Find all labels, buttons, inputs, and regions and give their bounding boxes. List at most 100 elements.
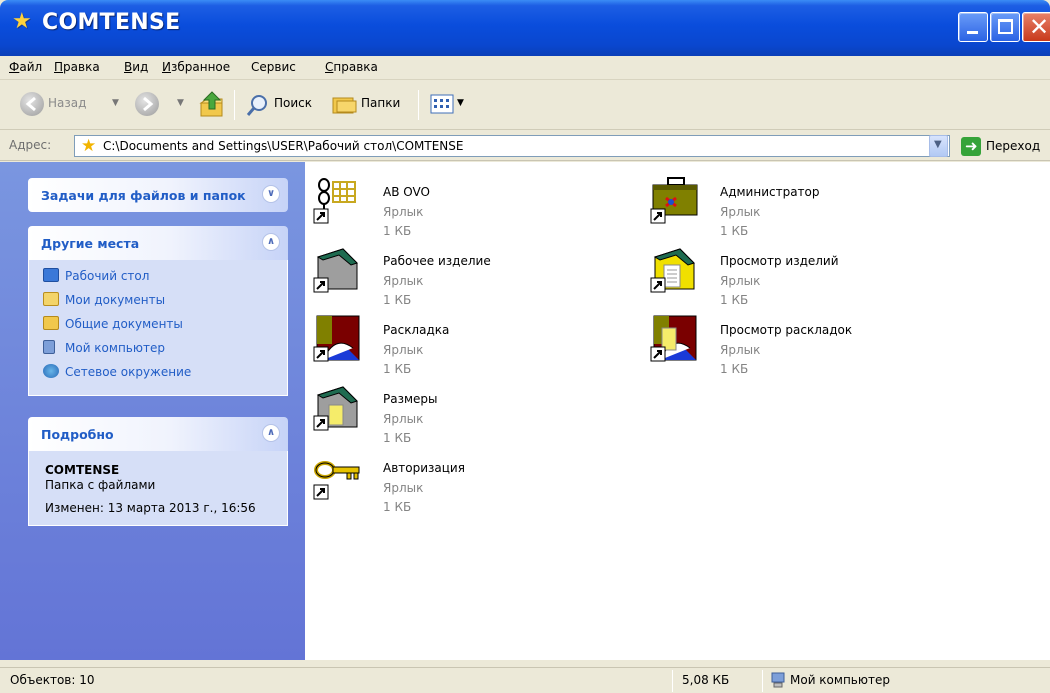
chevron-down-icon[interactable]: ∨ — [262, 185, 280, 203]
status-bar: Объектов: 10 5,08 КБ Мой компьютер — [0, 667, 1050, 693]
search-icon[interactable] — [246, 93, 270, 117]
window-title: COMTENSE — [42, 10, 181, 35]
places-panel-body: Рабочий стол Мои документы Общие докумен… — [28, 260, 288, 396]
forward-arrow-icon — [143, 96, 154, 112]
back-dropdown-icon[interactable]: ▼ — [112, 98, 119, 108]
file-size: 1 КБ — [383, 431, 412, 445]
file-size: 1 КБ — [383, 293, 412, 307]
close-icon: ✕ — [1029, 13, 1050, 41]
places-panel-title: Другие места — [41, 236, 140, 251]
title-bar[interactable]: ★ COMTENSE ✕ — [0, 0, 1050, 56]
my-computer-icon — [43, 340, 55, 354]
chevron-down-icon: ▼ — [934, 139, 942, 150]
go-arrow-icon[interactable]: ➜ — [961, 137, 981, 156]
status-object-count: Объектов: 10 — [10, 673, 95, 687]
file-size: 1 КБ — [720, 224, 749, 238]
menu-file[interactable]: Файл — [9, 60, 42, 74]
status-zone: Мой компьютер — [790, 673, 890, 687]
address-bar: Адрес: ★ C:\Documents and Settings\USER\… — [0, 131, 1050, 161]
administrator-briefcase-icon — [650, 177, 698, 224]
chevron-up-icon[interactable]: ∧ — [262, 424, 280, 442]
file-type: Ярлык — [383, 481, 424, 495]
file-name: Размеры — [383, 392, 438, 406]
menu-favorites[interactable]: Избранное — [162, 60, 230, 74]
layout-icon — [313, 315, 360, 362]
details-panel-title: Подробно — [41, 427, 114, 442]
menu-view[interactable]: Вид — [124, 60, 148, 74]
file-type: Ярлык — [720, 205, 761, 219]
file-name: Авторизация — [383, 461, 465, 475]
file-item[interactable]: Просмотр изделий Ярлык 1 КБ — [650, 245, 960, 307]
folders-icon[interactable] — [331, 93, 357, 115]
places-panel-header[interactable]: Другие места ∧ — [28, 226, 288, 260]
minimize-button[interactable] — [958, 12, 988, 42]
address-input[interactable]: ★ C:\Documents and Settings\USER\Рабочий… — [74, 135, 950, 157]
status-total-size: 5,08 КБ — [682, 673, 730, 687]
favorites-star-icon: ★ — [12, 9, 32, 34]
place-link-my-documents[interactable]: Мои документы — [43, 292, 165, 307]
views-icon[interactable] — [430, 94, 454, 114]
menu-help[interactable]: Справка — [325, 60, 378, 74]
file-size: 1 КБ — [383, 224, 412, 238]
file-type: Ярлык — [383, 343, 424, 357]
sizes-icon — [313, 386, 358, 431]
back-arrow-icon — [25, 96, 36, 112]
details-panel-header[interactable]: Подробно ∧ — [28, 417, 288, 451]
tasks-panel-header[interactable]: Задачи для файлов и папок ∨ — [28, 178, 288, 212]
file-item[interactable]: Раскладка Ярлык 1 КБ — [313, 314, 623, 376]
address-path[interactable]: C:\Documents and Settings\USER\Рабочий с… — [103, 139, 463, 153]
toolbar-separator — [234, 90, 235, 120]
menu-bar: Файл Правка Вид Избранное Сервис Справка — [0, 56, 1050, 130]
shared-documents-icon — [43, 316, 59, 330]
file-item[interactable]: AB OVO Ярлык 1 КБ — [313, 176, 623, 238]
place-link-shared-documents[interactable]: Общие документы — [43, 316, 183, 331]
file-type: Ярлык — [383, 274, 424, 288]
menu-tools[interactable]: Сервис — [251, 60, 296, 74]
tasks-panel-title: Задачи для файлов и папок — [41, 188, 246, 203]
place-link-network-places[interactable]: Сетевое окружение — [43, 364, 191, 379]
file-type: Ярлык — [720, 274, 761, 288]
folders-button[interactable]: Папки — [361, 96, 400, 110]
status-separator — [672, 670, 673, 692]
place-link-my-computer[interactable]: Мой компьютер — [43, 340, 165, 355]
file-name: Просмотр изделий — [720, 254, 839, 268]
go-button[interactable]: Переход — [986, 139, 1040, 153]
file-type: Ярлык — [383, 412, 424, 426]
file-name: AB OVO — [383, 185, 430, 199]
file-name: Просмотр раскладок — [720, 323, 853, 337]
file-item[interactable]: Администратор Ярлык 1 КБ — [650, 176, 960, 238]
desktop-icon — [43, 268, 59, 282]
ab-ovo-icon — [313, 178, 356, 224]
search-button[interactable]: Поиск — [274, 96, 312, 110]
status-separator — [762, 670, 763, 692]
menu-edit[interactable]: Правка — [54, 60, 100, 74]
file-size: 1 КБ — [720, 362, 749, 376]
views-dropdown-icon[interactable]: ▼ — [457, 98, 464, 108]
explorer-window: ★ COMTENSE ✕ Файл Правка Вид Избранное С… — [0, 0, 1050, 693]
file-name: Рабочее изделие — [383, 254, 491, 268]
file-item[interactable]: Рабочее изделие Ярлык 1 КБ — [313, 245, 623, 307]
file-name: Администратор — [720, 185, 820, 199]
chevron-up-icon[interactable]: ∧ — [262, 233, 280, 251]
folder-star-icon: ★ — [81, 136, 97, 156]
file-item[interactable]: Авторизация Ярлык 1 КБ — [313, 452, 623, 514]
work-product-icon — [313, 248, 358, 293]
task-pane: Задачи для файлов и папок ∨ Другие места… — [0, 162, 305, 660]
file-item[interactable]: Просмотр раскладок Ярлык 1 КБ — [650, 314, 960, 376]
place-link-desktop[interactable]: Рабочий стол — [43, 268, 149, 283]
view-products-icon — [650, 248, 695, 293]
maximize-button[interactable] — [990, 12, 1020, 42]
file-list: AB OVO Ярлык 1 КБ Администратор Ярлык 1 … — [305, 162, 1050, 660]
forward-button[interactable] — [135, 92, 159, 116]
address-dropdown-button[interactable]: ▼ — [929, 135, 948, 157]
file-type: Ярлык — [383, 205, 424, 219]
back-label: Назад — [48, 96, 87, 110]
forward-dropdown-icon[interactable]: ▼ — [177, 98, 184, 108]
my-computer-icon — [771, 672, 785, 688]
up-folder-button[interactable] — [198, 89, 226, 119]
details-panel-body: COMTENSE Папка с файлами Изменен: 13 мар… — [28, 451, 288, 526]
file-item[interactable]: Размеры Ярлык 1 КБ — [313, 383, 623, 445]
close-button[interactable]: ✕ — [1022, 12, 1050, 42]
back-button[interactable] — [20, 92, 44, 116]
file-size: 1 КБ — [383, 362, 412, 376]
